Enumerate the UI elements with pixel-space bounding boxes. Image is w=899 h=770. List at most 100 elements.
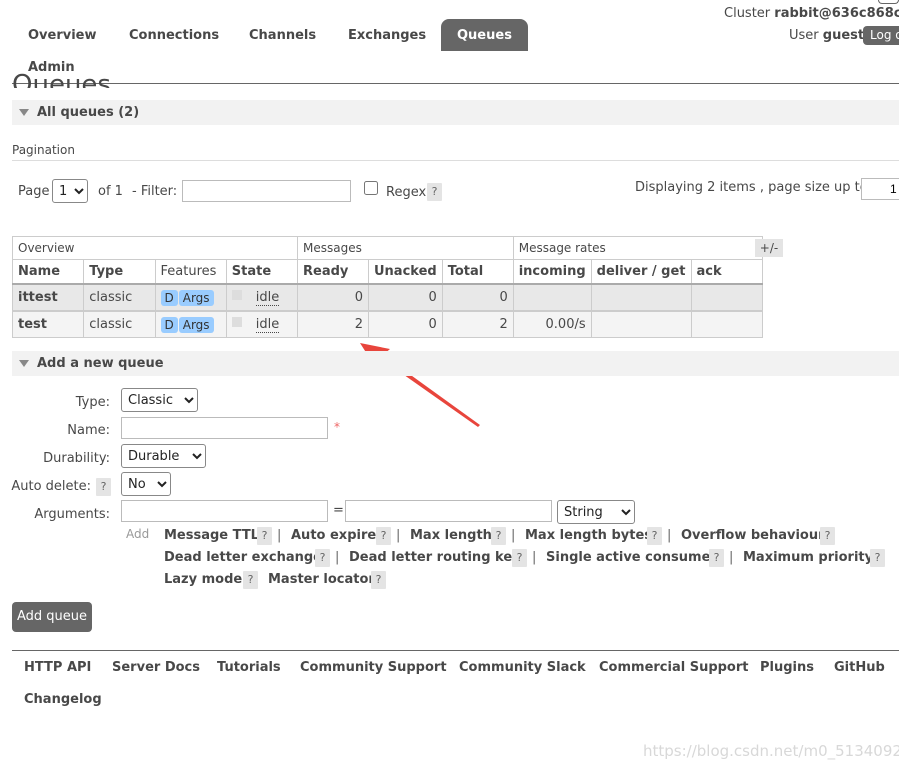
ready-count: 2 bbox=[297, 310, 369, 338]
col-deliver-get[interactable]: deliver / get bbox=[590, 259, 692, 285]
arg-lazy-mode-link[interactable]: Lazy mode bbox=[164, 572, 242, 587]
tab-channels[interactable]: Channels bbox=[249, 28, 316, 43]
name-input[interactable] bbox=[121, 417, 328, 439]
footer-link-changelog[interactable]: Changelog bbox=[24, 692, 102, 707]
args-badge[interactable]: Args bbox=[178, 316, 214, 333]
argument-type-select[interactable]: String bbox=[557, 500, 635, 524]
col-ready[interactable]: Ready bbox=[297, 259, 369, 285]
queues-table: Overview Messages Message rates Name Typ… bbox=[11, 236, 763, 338]
pagination-divider bbox=[12, 160, 899, 161]
separator: | bbox=[729, 550, 734, 565]
single-active-consumer-help-icon[interactable]: ? bbox=[709, 549, 724, 567]
argument-value-input[interactable] bbox=[345, 500, 552, 522]
overflow-behaviour-help-icon[interactable]: ? bbox=[820, 527, 835, 545]
group-messages: Messages bbox=[297, 236, 514, 260]
arg-max-length-link[interactable]: Max length bbox=[410, 528, 492, 543]
tab-exchanges[interactable]: Exchanges bbox=[348, 28, 426, 43]
arg-auto-expire-link[interactable]: Auto expire bbox=[291, 528, 376, 543]
unacked-count: 0 bbox=[368, 283, 443, 312]
regex-help-icon[interactable]: ? bbox=[427, 183, 442, 201]
arg-single-active-consumer-link[interactable]: Single active consumer bbox=[546, 550, 717, 565]
incoming-rate: 0.00/s bbox=[512, 310, 592, 338]
all-queues-label: All queues (2) bbox=[37, 105, 140, 120]
incoming-rate bbox=[512, 283, 592, 312]
collapse-triangle-icon bbox=[19, 360, 29, 367]
dead-letter-routing-key-help-icon[interactable]: ? bbox=[512, 549, 527, 567]
col-incoming[interactable]: incoming bbox=[512, 259, 592, 285]
all-queues-toggle[interactable]: All queues (2) bbox=[12, 100, 899, 125]
footer-link-tutorials[interactable]: Tutorials bbox=[217, 660, 281, 675]
argument-key-input[interactable] bbox=[121, 500, 328, 522]
logout-button[interactable]: Log o bbox=[863, 26, 899, 45]
message-ttl-help-icon[interactable]: ? bbox=[257, 527, 272, 545]
filter-input[interactable] bbox=[182, 180, 351, 202]
name-label: Name: bbox=[67, 423, 110, 438]
dead-letter-exchange-help-icon[interactable]: ? bbox=[315, 549, 330, 567]
footer-link-plugins[interactable]: Plugins bbox=[760, 660, 814, 675]
auto-delete-select[interactable]: No bbox=[121, 472, 171, 496]
separator: | bbox=[511, 528, 516, 543]
footer-link-community-support[interactable]: Community Support bbox=[300, 660, 447, 675]
auto-expire-help-icon[interactable]: ? bbox=[376, 527, 391, 545]
regex-checkbox[interactable] bbox=[364, 181, 378, 195]
arg-max-length-bytes-link[interactable]: Max length bytes bbox=[525, 528, 652, 543]
tab-overview[interactable]: Overview bbox=[28, 28, 97, 43]
add-queue-button[interactable]: Add queue bbox=[12, 602, 92, 632]
footer-link-server-docs[interactable]: Server Docs bbox=[112, 660, 200, 675]
separator: | bbox=[335, 550, 340, 565]
master-locator-help-icon[interactable]: ? bbox=[371, 571, 386, 589]
maximum-priority-help-icon[interactable]: ? bbox=[870, 549, 885, 567]
queue-type: classic bbox=[83, 283, 156, 312]
page-select[interactable]: 1 bbox=[52, 179, 88, 203]
footer-divider bbox=[12, 650, 899, 651]
page-title: Queues bbox=[12, 70, 111, 88]
page-label: Page bbox=[18, 184, 50, 199]
watermark-text: https://blog.csdn.net/m0_51340928 bbox=[643, 742, 899, 760]
queue-name-link[interactable]: ittest bbox=[11, 283, 85, 312]
col-ack[interactable]: ack bbox=[690, 259, 763, 285]
ack-rate bbox=[690, 310, 763, 338]
col-unacked[interactable]: Unacked bbox=[368, 259, 443, 285]
page-size-input[interactable] bbox=[861, 178, 899, 200]
footer-link-github[interactable]: GitHub bbox=[834, 660, 885, 675]
group-message-rates: Message rates bbox=[512, 236, 763, 260]
args-badge[interactable]: Args bbox=[178, 289, 214, 306]
queue-state: idle bbox=[225, 310, 299, 338]
queue-name-link[interactable]: test bbox=[11, 310, 85, 338]
arg-overflow-behaviour-link[interactable]: Overflow behaviour bbox=[681, 528, 825, 543]
arg-maximum-priority-link[interactable]: Maximum priority bbox=[743, 550, 873, 565]
arg-master-locator-link[interactable]: Master locator bbox=[268, 572, 375, 587]
footer-link-http-api[interactable]: HTTP API bbox=[24, 660, 91, 675]
arg-dead-letter-routing-key-link[interactable]: Dead letter routing key bbox=[349, 550, 521, 565]
col-total[interactable]: Total bbox=[441, 259, 514, 285]
col-type[interactable]: Type bbox=[83, 259, 156, 285]
durability-select[interactable]: Durable bbox=[121, 444, 206, 468]
separator: | bbox=[667, 528, 672, 543]
user-name: guest bbox=[822, 28, 865, 43]
table-row[interactable]: test classic D Args idle 2 0 2 0.00/s bbox=[11, 310, 763, 338]
separator: | bbox=[277, 528, 282, 543]
column-toggle-button[interactable]: +/- bbox=[755, 239, 783, 257]
lazy-mode-help-icon[interactable]: ? bbox=[243, 571, 258, 589]
add-label: Add bbox=[126, 527, 150, 541]
tab-queues[interactable]: Queues bbox=[441, 19, 528, 51]
logout-top-edge bbox=[878, 0, 899, 4]
col-name[interactable]: Name bbox=[11, 259, 85, 285]
col-state[interactable]: State bbox=[225, 259, 299, 285]
add-queue-toggle[interactable]: Add a new queue bbox=[12, 351, 899, 376]
pagination-label: Pagination bbox=[12, 143, 75, 157]
footer-link-commercial-support[interactable]: Commercial Support bbox=[599, 660, 749, 675]
header-divider bbox=[12, 83, 899, 84]
arg-dead-letter-exchange-link[interactable]: Dead letter exchange bbox=[164, 550, 322, 565]
max-length-bytes-help-icon[interactable]: ? bbox=[647, 527, 662, 545]
max-length-help-icon[interactable]: ? bbox=[491, 527, 506, 545]
table-row[interactable]: ittest classic D Args idle 0 0 0 bbox=[11, 283, 763, 312]
auto-delete-help-icon[interactable]: ? bbox=[96, 478, 111, 496]
cluster-info: Cluster rabbit@636c868c7 bbox=[724, 6, 899, 21]
queue-type: classic bbox=[83, 310, 156, 338]
footer-link-community-slack[interactable]: Community Slack bbox=[459, 660, 586, 675]
deliver-get-rate bbox=[590, 283, 692, 312]
tab-connections[interactable]: Connections bbox=[129, 28, 219, 43]
arg-message-ttl-link[interactable]: Message TTL bbox=[164, 528, 259, 543]
type-select[interactable]: Classic bbox=[121, 388, 198, 412]
